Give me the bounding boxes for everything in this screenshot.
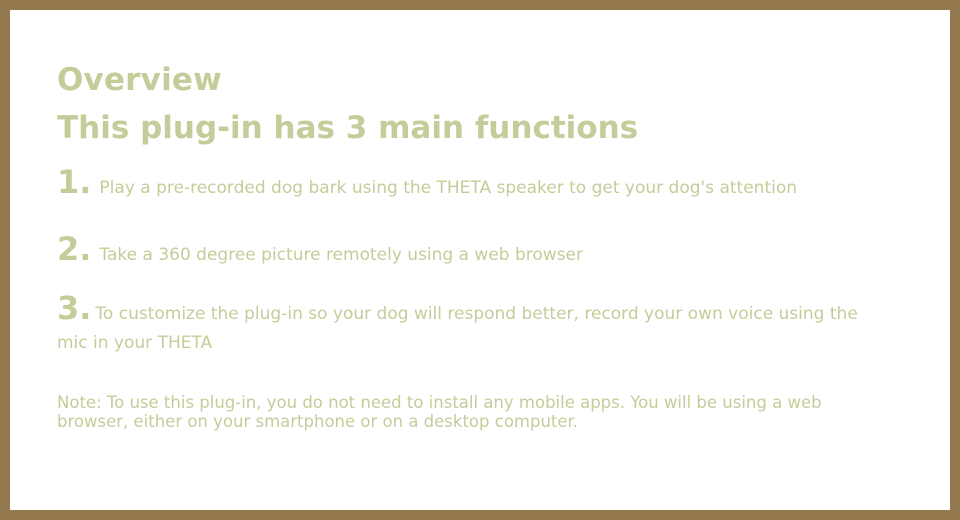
function-item-3: 3. To customize the plug-in so your dog w… (57, 292, 877, 358)
function-text-1: Play a pre-recorded dog bark using the T… (99, 178, 798, 198)
note-text: Note: To use this plug-in, you do not ne… (57, 393, 822, 431)
function-text-2: Take a 360 degree picture remotely using… (99, 245, 584, 265)
function-item-1: 1. Play a pre-recorded dog bark using the… (57, 166, 798, 203)
page-subtitle: This plug-in has 3 main functions (57, 110, 639, 146)
page-title: Overview (57, 62, 222, 98)
function-number-2: 2. (57, 230, 92, 268)
function-item-2: 2. Take a 360 degree picture remotely usi… (57, 233, 584, 270)
function-number-1: 1. (57, 163, 92, 201)
function-number-3: 3. (57, 289, 92, 327)
slide-frame: Overview This plug-in has 3 main functio… (10, 10, 950, 510)
function-text-3: To customize the plug-in so your dog wil… (57, 304, 858, 353)
